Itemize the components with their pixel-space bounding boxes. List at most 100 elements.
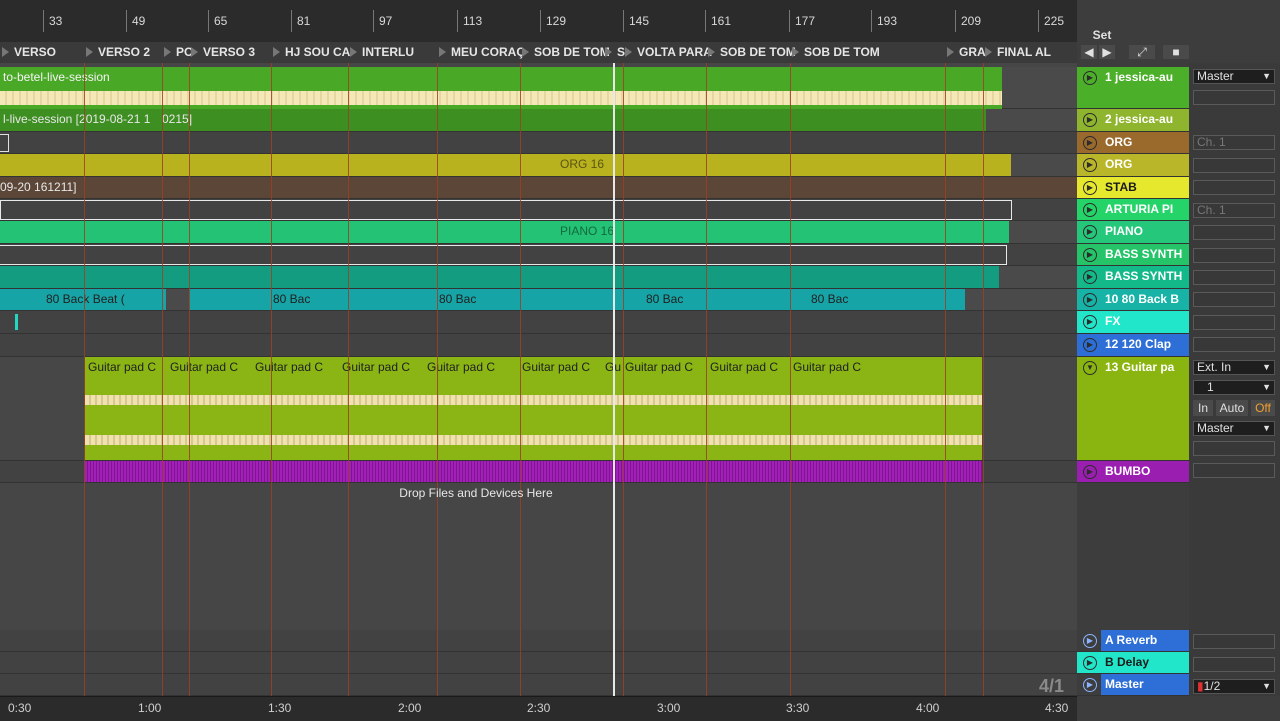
track-header[interactable]: ▶ FX bbox=[1077, 311, 1189, 334]
io-slot[interactable] bbox=[1193, 315, 1275, 330]
fold-icon[interactable]: ▶ bbox=[1083, 293, 1097, 307]
fold-icon[interactable]: ▶ bbox=[1083, 113, 1097, 127]
track-name[interactable]: 10 80 Back B bbox=[1105, 292, 1189, 306]
track-name[interactable]: PIANO bbox=[1105, 224, 1189, 238]
midi-channel-select[interactable]: Ch. 1 bbox=[1193, 135, 1275, 150]
io-slot[interactable] bbox=[1193, 657, 1275, 672]
track-header[interactable]: ▶ 10 80 Back B bbox=[1077, 289, 1189, 311]
fold-icon[interactable]: ▶ bbox=[1083, 270, 1097, 284]
track-name[interactable]: 1 jessica-au bbox=[1105, 70, 1189, 84]
track-header[interactable]: ▶ Master bbox=[1077, 674, 1189, 696]
locator-bar[interactable]: VERSO VERSO 2 PO VERSO 3 HJ SOU CA INTERLU MEU… bbox=[0, 42, 1077, 63]
track-header[interactable]: ▶ STAB bbox=[1077, 177, 1189, 199]
audio-clip[interactable]: to-betel-live-session bbox=[0, 67, 1002, 109]
track-header[interactable]: ▶ BASS SYNTH bbox=[1077, 266, 1189, 289]
fold-icon[interactable]: ▶ bbox=[1083, 315, 1097, 329]
track-name[interactable]: ORG bbox=[1105, 135, 1189, 149]
io-slot[interactable] bbox=[1193, 292, 1275, 307]
track-header[interactable]: ▼ 13 Guitar pa bbox=[1077, 357, 1189, 461]
expand-icon[interactable]: ⤢ bbox=[1129, 45, 1155, 59]
fold-icon[interactable]: ▶ bbox=[1083, 634, 1097, 648]
midi-clip[interactable] bbox=[0, 134, 9, 152]
track-name[interactable]: A Reverb bbox=[1101, 630, 1189, 651]
track-header[interactable]: ▶ BASS SYNTH bbox=[1077, 244, 1189, 266]
track-name[interactable]: 13 Guitar pa bbox=[1105, 360, 1189, 374]
track-header[interactable]: ▶ B Delay bbox=[1077, 652, 1189, 674]
midi-channel-select[interactable]: Ch. 1 bbox=[1193, 203, 1275, 218]
io-slot[interactable] bbox=[1193, 634, 1275, 649]
track-header[interactable]: ▶ 2 jessica-au bbox=[1077, 109, 1189, 132]
track-header[interactable]: ▶ ARTURIA PI bbox=[1077, 199, 1189, 221]
track-name[interactable]: B Delay bbox=[1105, 655, 1189, 669]
fold-icon[interactable]: ▶ bbox=[1083, 203, 1097, 217]
track-name[interactable]: ORG bbox=[1105, 157, 1189, 171]
audio-clip[interactable]: 80 Back Beat ( bbox=[0, 289, 166, 310]
track-name[interactable]: BASS SYNTH bbox=[1105, 269, 1189, 283]
scroll-left-button[interactable]: ◀ bbox=[1081, 45, 1097, 59]
io-slot[interactable] bbox=[1193, 180, 1275, 195]
track-name[interactable]: FX bbox=[1105, 314, 1189, 328]
grid-size[interactable]: 4/1 bbox=[1039, 676, 1064, 697]
playhead[interactable] bbox=[613, 63, 615, 696]
monitor-auto-button[interactable]: Auto bbox=[1216, 400, 1248, 416]
midi-clip[interactable] bbox=[0, 266, 999, 288]
arrangement-view[interactable]: to-betel-live-session l-live-session [20… bbox=[0, 63, 1077, 696]
audio-clip[interactable]: l-live-session [2019-08-21 1 0215] bbox=[0, 109, 986, 131]
audio-clip[interactable]: 80 Bac 80 Bac 80 Bac 80 Bac bbox=[189, 289, 965, 310]
scroll-right-button[interactable]: ▶ bbox=[1099, 45, 1115, 59]
track-header[interactable]: ▶ BUMBO bbox=[1077, 461, 1189, 483]
input-channel-select[interactable]: 1 ▼ bbox=[1193, 380, 1275, 395]
fold-icon[interactable]: ▶ bbox=[1083, 338, 1097, 352]
fold-icon[interactable]: ▶ bbox=[1083, 158, 1097, 172]
track-header[interactable]: ▶ PIANO bbox=[1077, 221, 1189, 244]
monitor-off-button[interactable]: Off bbox=[1251, 400, 1275, 416]
fold-icon[interactable]: ▶ bbox=[1083, 225, 1097, 239]
fold-icon[interactable]: ▶ bbox=[1083, 248, 1097, 262]
fold-icon[interactable]: ▶ bbox=[1083, 678, 1097, 692]
io-slot[interactable] bbox=[1193, 270, 1275, 285]
io-slot[interactable] bbox=[1193, 248, 1275, 263]
track-name[interactable]: Master bbox=[1101, 674, 1189, 695]
time-ruler[interactable]: 0:30 1:00 1:30 2:00 2:30 3:00 3:30 4:00 4:30 bbox=[0, 696, 1077, 721]
lock-icon[interactable]: ■ bbox=[1163, 45, 1189, 59]
midi-clip[interactable] bbox=[0, 245, 1007, 265]
midi-clip[interactable] bbox=[0, 200, 1012, 220]
audio-clip[interactable] bbox=[15, 314, 18, 330]
track-header[interactable]: ▶ ORG bbox=[1077, 154, 1189, 177]
audio-to-select[interactable]: Master ▼ bbox=[1193, 421, 1275, 436]
audio-clip[interactable]: Guitar pad C Guitar pad C Guitar pad C G… bbox=[85, 357, 982, 460]
track-name[interactable]: STAB bbox=[1105, 180, 1189, 194]
io-slot[interactable] bbox=[1193, 441, 1275, 456]
io-slot[interactable] bbox=[1193, 225, 1275, 240]
audio-to-select[interactable]: Master ▼ bbox=[1193, 69, 1275, 84]
fold-icon[interactable]: ▶ bbox=[1083, 181, 1097, 195]
midi-clip[interactable] bbox=[85, 461, 982, 482]
audio-from-select[interactable]: Ext. In ▼ bbox=[1193, 360, 1275, 375]
locator-marker[interactable]: SOB DE TOM bbox=[790, 42, 959, 63]
midi-clip[interactable]: ORG 16 bbox=[0, 154, 1011, 176]
fold-icon[interactable]: ▶ bbox=[1083, 136, 1097, 150]
fold-icon[interactable]: ▶ bbox=[1083, 71, 1097, 85]
track-header[interactable]: ▶ 1 jessica-au bbox=[1077, 67, 1189, 109]
track-name[interactable]: 12 120 Clap bbox=[1105, 337, 1189, 351]
track-name[interactable]: BUMBO bbox=[1105, 464, 1189, 478]
io-slot[interactable] bbox=[1193, 158, 1275, 173]
locator-marker[interactable]: FINAL AL bbox=[983, 42, 1091, 63]
locator-marker[interactable]: INTERLU bbox=[348, 42, 451, 63]
track-header[interactable]: ▶ A Reverb bbox=[1077, 630, 1189, 652]
beat-ruler[interactable]: 33 49 65 81 97 113 129 145 161 177 193 209 225 bbox=[0, 0, 1077, 43]
fold-icon[interactable]: ▶ bbox=[1083, 465, 1097, 479]
track-header[interactable]: ▶ ORG bbox=[1077, 132, 1189, 154]
monitor-in-button[interactable]: In bbox=[1193, 400, 1213, 416]
track-header[interactable]: ▶ 12 120 Clap bbox=[1077, 334, 1189, 357]
fold-icon[interactable]: ▶ bbox=[1083, 656, 1097, 670]
cue-out-select[interactable]: ▮1/2 ▼ bbox=[1193, 679, 1275, 694]
track-name[interactable]: ARTURIA PI bbox=[1105, 202, 1189, 216]
fold-icon[interactable]: ▼ bbox=[1083, 361, 1097, 375]
track-name[interactable]: BASS SYNTH bbox=[1105, 247, 1189, 261]
io-slot[interactable] bbox=[1193, 90, 1275, 105]
io-slot[interactable] bbox=[1193, 337, 1275, 352]
midi-clip[interactable]: PIANO 16 bbox=[0, 221, 1009, 243]
track-name[interactable]: 2 jessica-au bbox=[1105, 112, 1189, 126]
io-slot[interactable] bbox=[1193, 463, 1275, 478]
